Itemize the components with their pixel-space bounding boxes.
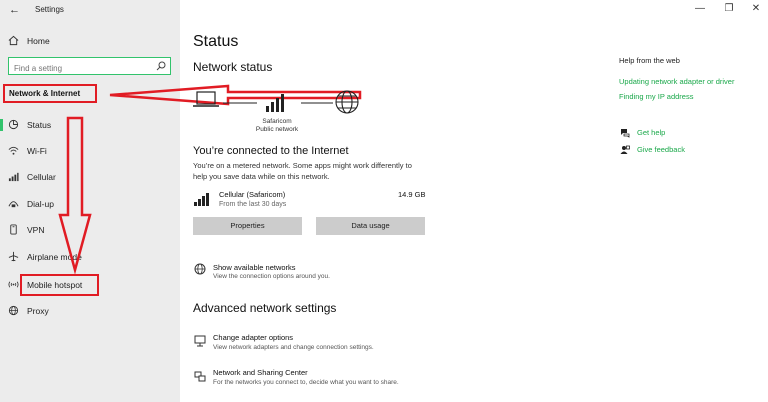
page-title: Status (193, 33, 239, 50)
sidebar-item-status[interactable]: Status (0, 115, 180, 135)
network-diagram (193, 90, 359, 114)
advanced-heading: Advanced network settings (193, 301, 337, 315)
help-link-ip-address[interactable]: Finding my IP address (619, 92, 693, 101)
sidebar-item-label: Status (27, 120, 52, 130)
sidebar-item-label: Proxy (27, 306, 49, 316)
proxy-icon (8, 305, 19, 316)
network-label: Safaricom Public network (254, 118, 300, 134)
network-type: Public network (255, 126, 299, 133)
feedback-icon (620, 145, 630, 154)
give-feedback-link[interactable]: Give feedback (637, 145, 685, 154)
close-icon[interactable]: ✕ (748, 3, 764, 14)
help-heading: Help from the web (619, 56, 680, 65)
usage-name: Cellular (Safaricom) (219, 190, 286, 199)
globe-icon (335, 90, 359, 114)
signal-bars-icon (266, 94, 284, 112)
cellular-usage-icon (194, 193, 209, 206)
title-bar: ← Settings (0, 0, 180, 20)
vpn-icon (10, 224, 17, 235)
sidebar-item-home[interactable]: Home (0, 32, 180, 50)
cellular-icon (8, 172, 19, 182)
usage-amount: 14.9 GB (398, 190, 426, 199)
home-label: Home (27, 36, 50, 46)
sidebar: ← Settings Home Network & Internet Statu… (0, 0, 180, 402)
active-indicator (0, 119, 3, 131)
minimize-icon[interactable]: — (692, 3, 708, 14)
network-status-heading: Network status (193, 60, 273, 74)
sharing-center-link[interactable]: Network and Sharing Center (213, 368, 308, 377)
restore-icon[interactable]: ❐ (721, 3, 737, 14)
sidebar-item-label: Dial-up (27, 199, 54, 209)
adapter-icon (194, 335, 206, 347)
show-networks-sub: View the connection options around you. (213, 273, 330, 280)
home-icon (8, 35, 19, 46)
search-box[interactable] (8, 57, 171, 77)
hotspot-icon (8, 281, 19, 288)
sharing-center-icon (194, 371, 206, 382)
metered-line-1: You’re on a metered network. Some apps m… (193, 161, 412, 170)
search-icon[interactable] (156, 61, 166, 71)
globe-icon (194, 263, 206, 275)
connected-heading: You’re connected to the Internet (193, 145, 349, 157)
usage-period: From the last 30 days (219, 201, 287, 208)
sidebar-item-airplane[interactable]: Airplane mode (0, 247, 180, 267)
metered-line-2: help you save data while on this network… (193, 172, 330, 181)
sidebar-item-dialup[interactable]: Dial-up (0, 194, 180, 214)
properties-button[interactable]: Properties (193, 217, 302, 235)
metered-text: You’re on a metered network. Some apps m… (193, 160, 412, 182)
help-link-adapter-driver[interactable]: Updating network adapter or driver (619, 77, 734, 86)
sidebar-item-vpn[interactable]: VPN (0, 220, 180, 240)
dialup-icon (8, 201, 19, 208)
change-adapter-link[interactable]: Change adapter options (213, 333, 293, 342)
data-usage-button[interactable]: Data usage (316, 217, 425, 235)
get-help-icon (621, 129, 630, 138)
sidebar-item-label: Airplane mode (27, 252, 82, 262)
back-arrow-icon[interactable]: ← (9, 4, 20, 16)
search-input[interactable] (9, 60, 149, 77)
annotation-box-network (3, 84, 97, 103)
sidebar-item-cellular[interactable]: Cellular (0, 167, 180, 187)
wifi-icon (8, 146, 19, 155)
sidebar-item-label: VPN (27, 225, 45, 235)
sharing-center-sub: For the networks you connect to, decide … (213, 379, 399, 386)
sidebar-item-label: Cellular (27, 172, 56, 182)
annotation-box-hotspot (20, 274, 99, 296)
get-help-link[interactable]: Get help (637, 128, 665, 137)
show-networks-link[interactable]: Show available networks (213, 263, 296, 272)
laptop-icon (193, 91, 219, 107)
sidebar-item-wifi[interactable]: Wi-Fi (0, 141, 180, 161)
status-icon (8, 119, 19, 130)
airplane-icon (8, 251, 19, 262)
app-title: Settings (35, 5, 64, 14)
network-name: Safaricom (262, 118, 292, 125)
sidebar-item-label: Wi-Fi (27, 146, 47, 156)
sidebar-item-proxy[interactable]: Proxy (0, 301, 180, 321)
change-adapter-sub: View network adapters and change connect… (213, 344, 374, 351)
